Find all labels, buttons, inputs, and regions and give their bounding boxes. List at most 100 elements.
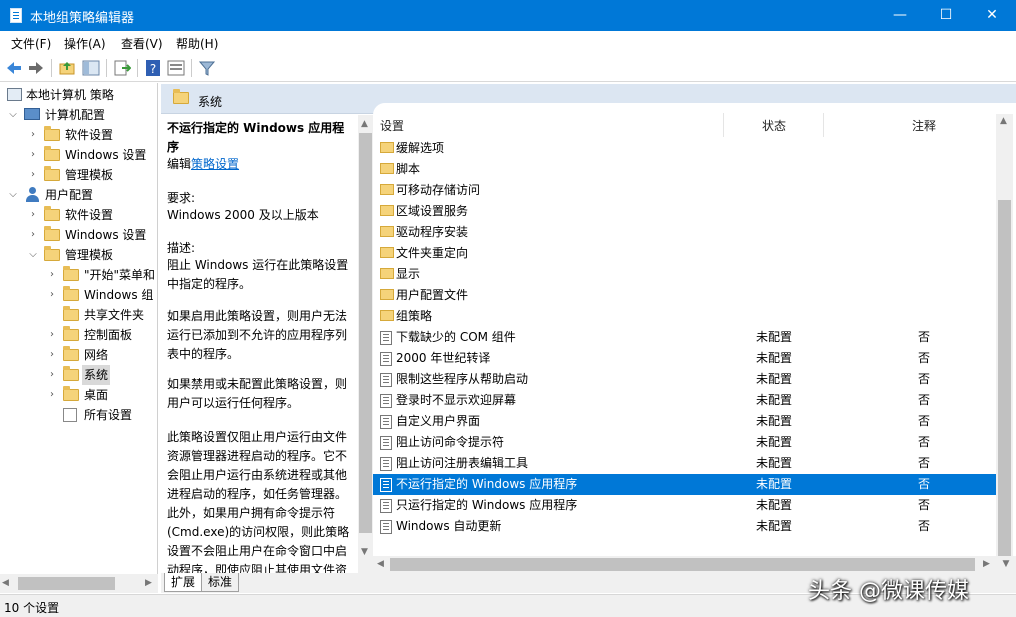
forward-arrow-icon[interactable] — [27, 59, 45, 77]
chevron-right-icon[interactable]: › — [47, 345, 57, 365]
folder-row[interactable]: 区域设置服务 — [373, 201, 996, 222]
policy-row[interactable]: 阻止访问命令提示符 未配置 否 — [373, 432, 996, 453]
description-scrollbar[interactable]: ▲ ▼ — [358, 115, 373, 573]
chevron-right-icon[interactable]: › — [28, 225, 38, 245]
minimize-button[interactable]: — — [877, 0, 923, 31]
list-horizontal-thumb[interactable] — [390, 558, 975, 571]
chevron-down-icon[interactable]: ⌵ — [28, 245, 38, 265]
tree-item-cc-windows[interactable]: › Windows 设置 — [0, 145, 157, 165]
menu-file[interactable]: 文件(F) — [11, 35, 51, 52]
row-comment: 否 — [918, 519, 931, 533]
tree-item-cc-software[interactable]: › 软件设置 — [0, 125, 157, 145]
folder-row[interactable]: 文件夹重定向 — [373, 243, 996, 264]
tree-item-control-panel[interactable]: › 控制面板 — [0, 325, 157, 345]
chevron-right-icon[interactable]: › — [47, 285, 57, 305]
row-name: 组策略 — [396, 309, 433, 323]
row-name: 2000 年世纪转译 — [396, 351, 491, 365]
chevron-right-icon[interactable]: › — [28, 125, 38, 145]
policy-row[interactable]: 阻止访问注册表编辑工具 未配置 否 — [373, 453, 996, 474]
properties-icon[interactable] — [167, 59, 185, 77]
policy-root-icon — [7, 88, 22, 101]
chevron-right-icon[interactable]: › — [47, 385, 57, 405]
folder-row[interactable]: 组策略 — [373, 306, 996, 327]
chevron-right-icon[interactable]: › — [47, 365, 57, 385]
tree-item-shared-folders[interactable]: 共享文件夹 — [0, 305, 157, 325]
chevron-right-icon[interactable]: › — [28, 165, 38, 185]
policy-row[interactable]: 只运行指定的 Windows 应用程序 未配置 否 — [373, 495, 996, 516]
tree-item-network[interactable]: › 网络 — [0, 345, 157, 365]
chevron-right-icon[interactable]: › — [28, 205, 38, 225]
menu-view[interactable]: 查看(V) — [121, 35, 163, 52]
tree-item-windows-components[interactable]: › Windows 组 — [0, 285, 157, 305]
up-folder-icon[interactable] — [58, 59, 76, 77]
policy-row[interactable]: 不运行指定的 Windows 应用程序 未配置 否 — [373, 474, 996, 495]
scroll-left-icon[interactable]: ◀ — [377, 559, 384, 569]
tree-label: 控制面板 — [84, 328, 133, 342]
policy-row[interactable]: 登录时不显示欢迎屏幕 未配置 否 — [373, 390, 996, 411]
close-button[interactable]: ✕ — [969, 0, 1015, 31]
help-icon[interactable]: ? — [144, 59, 162, 77]
chevron-right-icon[interactable]: › — [47, 325, 57, 345]
tree-scroll-thumb[interactable] — [18, 577, 115, 590]
tree-item-uc-windows[interactable]: › Windows 设置 — [0, 225, 157, 245]
app-icon — [10, 8, 22, 23]
export-list-icon[interactable] — [113, 59, 131, 77]
tree-item-cc-admin[interactable]: › 管理模板 — [0, 165, 157, 185]
folder-row[interactable]: 用户配置文件 — [373, 285, 996, 306]
menu-action[interactable]: 操作(A) — [64, 35, 106, 52]
folder-row[interactable]: 缓解选项 — [373, 138, 996, 159]
folder-row[interactable]: 脚本 — [373, 159, 996, 180]
policy-row[interactable]: 自定义用户界面 未配置 否 — [373, 411, 996, 432]
tree-item-computer-config[interactable]: ⌵ 计算机配置 — [0, 105, 157, 125]
chevron-right-icon[interactable]: › — [47, 265, 57, 285]
column-header-state[interactable]: 状态 — [762, 117, 786, 134]
folder-icon — [380, 163, 394, 174]
scroll-down-icon[interactable]: ▼ — [996, 556, 1016, 573]
tree-root[interactable]: 本地计算机 策略 — [0, 85, 157, 105]
policy-row[interactable]: 下载缺少的 COM 组件 未配置 否 — [373, 327, 996, 348]
folder-row[interactable]: 显示 — [373, 264, 996, 285]
tab-extended[interactable]: 扩展 — [164, 573, 203, 592]
filter-icon[interactable] — [198, 59, 216, 77]
folder-icon — [44, 206, 60, 221]
tree-item-start-menu[interactable]: › "开始"菜单和 — [0, 265, 157, 285]
scroll-down-icon[interactable]: ▼ — [361, 547, 368, 557]
settings-list: 设置 状态 注释 缓解选项 脚本 可移动存储访问 区域设置服务 驱动程序安装 文件夹重定向… — [373, 103, 1016, 573]
scroll-right-icon[interactable]: ▶ — [983, 559, 990, 569]
column-divider[interactable] — [823, 113, 824, 137]
tree-item-desktop[interactable]: › 桌面 — [0, 385, 157, 405]
chevron-down-icon[interactable]: ⌵ — [8, 185, 18, 205]
menu-help[interactable]: 帮助(H) — [176, 35, 218, 52]
chevron-right-icon[interactable]: › — [28, 145, 38, 165]
scroll-right-icon[interactable]: ▶ — [145, 578, 152, 588]
column-header-setting[interactable]: 设置 — [380, 117, 404, 134]
column-divider[interactable] — [723, 113, 724, 137]
scroll-left-icon[interactable]: ◀ — [2, 578, 9, 588]
tree-item-system[interactable]: › 系统 — [0, 365, 157, 385]
description-scroll-thumb[interactable] — [359, 133, 372, 533]
policy-row[interactable]: 2000 年世纪转译 未配置 否 — [373, 348, 996, 369]
policy-setting-icon — [380, 499, 392, 513]
list-scroll-thumb[interactable] — [998, 200, 1011, 560]
column-header-comment[interactable]: 注释 — [912, 117, 936, 134]
policy-row[interactable]: Windows 自动更新 未配置 否 — [373, 516, 996, 537]
maximize-button[interactable]: ☐ — [923, 0, 969, 31]
back-arrow-icon[interactable] — [5, 59, 23, 77]
folder-row[interactable]: 驱动程序安装 — [373, 222, 996, 243]
policy-row[interactable]: 限制这些程序从帮助启动 未配置 否 — [373, 369, 996, 390]
scroll-up-icon[interactable]: ▲ — [1000, 116, 1007, 126]
tab-standard[interactable]: 标准 — [201, 573, 240, 592]
chevron-down-icon[interactable]: ⌵ — [8, 105, 18, 125]
tree-horizontal-scrollbar[interactable]: ◀ ▶ — [0, 574, 158, 593]
scroll-up-icon[interactable]: ▲ — [361, 119, 368, 129]
edit-policy-link[interactable]: 策略设置 — [191, 157, 239, 171]
tree-item-user-config[interactable]: ⌵ 用户配置 — [0, 185, 157, 205]
row-comment: 否 — [918, 330, 931, 344]
folder-row[interactable]: 可移动存储访问 — [373, 180, 996, 201]
folder-icon — [63, 346, 79, 361]
tree-item-all-settings[interactable]: 所有设置 — [0, 405, 157, 425]
policy-setting-icon — [380, 415, 392, 429]
tree-item-uc-software[interactable]: › 软件设置 — [0, 205, 157, 225]
show-hide-tree-icon[interactable] — [82, 59, 100, 77]
tree-item-uc-admin[interactable]: ⌵ 管理模板 — [0, 245, 157, 265]
